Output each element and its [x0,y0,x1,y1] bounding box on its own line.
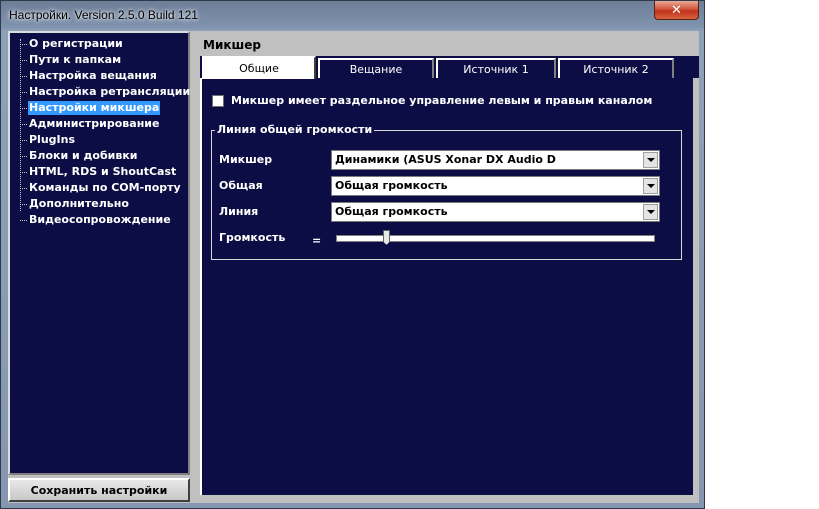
sidebar-item-plugins[interactable]: PlugIns [28,133,76,147]
sidebar-item-additional[interactable]: Дополнительно [28,197,130,211]
sidebar-item-relay[interactable]: Настройка ретрансляции [28,85,191,99]
tab-general[interactable]: Общие [202,56,316,79]
window-client-area: О регистрации Пути к папкам Настройка ве… [8,31,699,503]
tree-branch [20,76,27,77]
save-settings-button[interactable]: Сохранить настройки [8,478,190,502]
title-bar[interactable]: Настройки. Version 2.5.0 Build 121 ✕ [1,1,704,31]
tab-broadcast[interactable]: Вещание [318,58,434,78]
close-button[interactable]: ✕ [654,1,699,20]
tree-branch [20,124,27,125]
tree-branch [20,156,27,157]
settings-window: Настройки. Version 2.5.0 Build 121 ✕ О р… [0,0,705,509]
group-legend: Линия общей громкости [215,123,375,136]
sidebar-item-blocks[interactable]: Блоки и добивки [28,149,139,163]
line-label: Линия [219,205,259,218]
sidebar-item-administration[interactable]: Администрирование [28,117,160,131]
common-label: Общая [219,179,263,192]
sidebar-item-video[interactable]: Видеосопровождение [28,213,172,227]
tree-branch [20,108,27,109]
common-select[interactable]: Общая громкость [331,176,660,196]
tree-branch [20,204,27,205]
tree-connector-line [20,39,21,211]
split-channels-checkbox[interactable] [212,95,224,107]
sidebar-item-registration[interactable]: О регистрации [28,37,124,51]
tab-source-2[interactable]: Источник 2 [558,58,674,78]
volume-slider-thumb[interactable] [383,230,390,245]
mixer-select[interactable]: Динамики (ASUS Xonar DX Audio D [331,150,660,170]
mixer-panel: Микшер Общие Вещание Источник 1 Источник… [194,31,699,503]
chevron-down-icon[interactable] [643,178,658,194]
settings-tree: О регистрации Пути к папкам Настройка ве… [8,31,190,475]
sidebar-item-com-port[interactable]: Команды по COM-порту [28,181,182,195]
volume-equals: = [312,234,322,247]
tree-branch [20,220,27,221]
line-select[interactable]: Общая громкость [331,202,660,222]
common-select-value: Общая громкость [335,179,448,192]
tab-strip: Общие Вещание Источник 1 Источник 2 [200,56,699,79]
tree-branch [20,172,27,173]
sidebar-item-broadcast[interactable]: Настройка вещания [28,69,158,83]
split-channels-label[interactable]: Микшер имеет раздельное управление левым… [231,94,652,107]
chevron-down-icon[interactable] [643,152,658,168]
tree-branch [20,92,27,93]
tree-branch [20,44,27,45]
volume-label: Громкость [219,231,286,244]
line-select-value: Общая громкость [335,205,448,218]
close-icon: ✕ [671,2,682,18]
tree-branch [20,188,27,189]
tab-source-1[interactable]: Источник 1 [436,58,556,78]
window-title: Настройки. Version 2.5.0 Build 121 [9,8,198,22]
panel-title: Микшер [203,38,261,52]
sidebar-item-folders[interactable]: Пути к папкам [28,53,122,67]
chevron-down-icon[interactable] [643,204,658,220]
tree-branch [20,140,27,141]
mixer-label: Микшер [219,153,273,166]
tab-content-general: Микшер имеет раздельное управление левым… [200,78,693,495]
volume-line-group: Линия общей громкости Микшер Динамики (A… [211,123,682,260]
tree-branch [20,60,27,61]
sidebar-item-html-rds[interactable]: HTML, RDS и ShoutCast [28,165,177,179]
mixer-select-value: Динамики (ASUS Xonar DX Audio D [335,153,556,166]
sidebar-item-mixer[interactable]: Настройки микшера [28,101,161,115]
